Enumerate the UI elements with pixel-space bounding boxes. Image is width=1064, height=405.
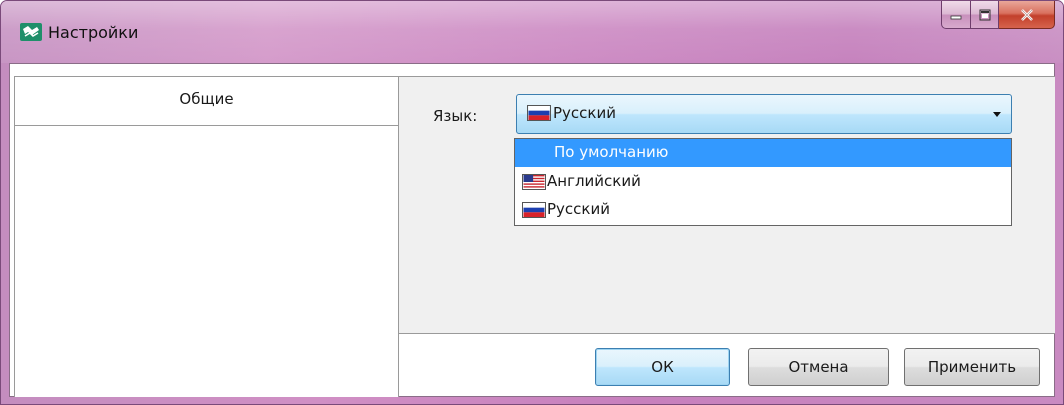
cancel-button[interactable]: Отмена bbox=[748, 348, 889, 386]
ok-button[interactable]: ОК bbox=[595, 348, 730, 386]
language-select[interactable]: Русский bbox=[516, 94, 1012, 134]
close-button[interactable] bbox=[999, 1, 1055, 29]
language-option-default[interactable]: По умолчанию bbox=[515, 139, 1011, 167]
minimize-button[interactable] bbox=[941, 1, 971, 29]
flag-ru-icon bbox=[522, 202, 546, 218]
maximize-button[interactable] bbox=[971, 1, 999, 29]
close-icon bbox=[1020, 8, 1033, 21]
language-option-label: Русский bbox=[547, 200, 610, 218]
chevron-down-icon[interactable] bbox=[993, 112, 1001, 117]
language-select-value: Русский bbox=[553, 104, 616, 122]
maximize-icon bbox=[979, 9, 990, 20]
tab-general-label: Общие bbox=[179, 90, 234, 108]
language-option-russian[interactable]: Русский bbox=[515, 196, 1011, 224]
language-option-english[interactable]: Английский bbox=[515, 168, 1011, 196]
window-title: Настройки bbox=[48, 23, 139, 42]
language-option-label: Английский bbox=[547, 172, 641, 190]
language-dropdown-list: По умолчанию Английский Русский bbox=[514, 138, 1012, 226]
app-logo-icon bbox=[20, 23, 42, 41]
minimize-icon bbox=[950, 15, 962, 19]
window-controls bbox=[941, 1, 1055, 29]
settings-window: Настройки Общие Язык: Русский По умолчан… bbox=[0, 0, 1064, 405]
category-list[interactable] bbox=[14, 125, 399, 397]
title-bar[interactable]: Настройки bbox=[1, 1, 1063, 63]
language-option-label: По умолчанию bbox=[554, 143, 669, 161]
flag-ru-icon bbox=[527, 105, 551, 121]
language-label: Язык: bbox=[433, 107, 478, 125]
tab-general[interactable]: Общие bbox=[14, 76, 399, 126]
apply-button[interactable]: Применить bbox=[904, 348, 1040, 386]
flag-us-icon bbox=[522, 174, 546, 190]
